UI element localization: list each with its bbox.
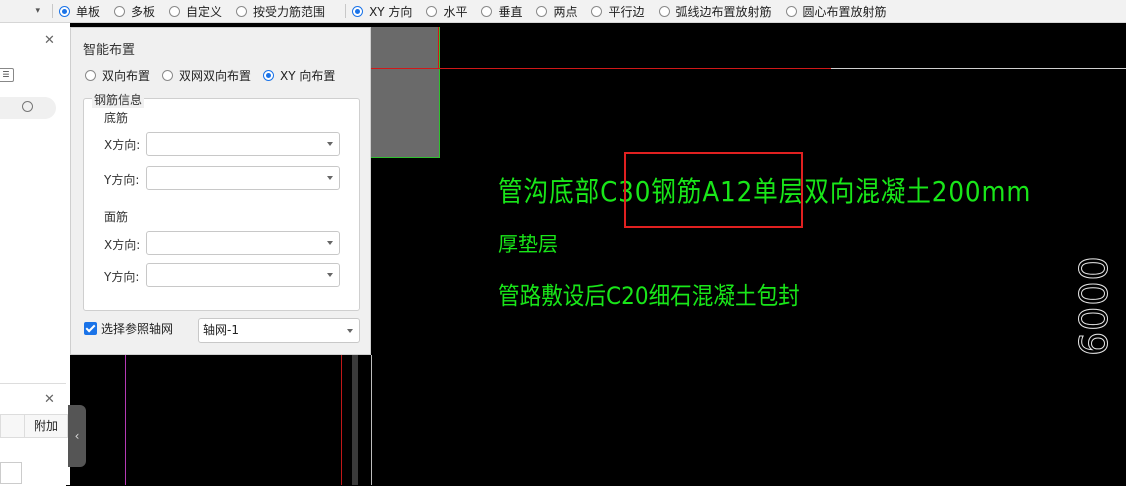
drawing-line-red	[341, 355, 342, 485]
radio-icon[interactable]	[426, 5, 438, 17]
direction-vertical[interactable]: 垂直	[481, 3, 522, 20]
direction-horizontal[interactable]: 水平	[426, 3, 467, 20]
top-x-select[interactable]	[146, 231, 340, 255]
section-bottom-rebar: 底筋	[104, 111, 129, 125]
annotation-highlight-box	[624, 152, 803, 228]
chevron-down-icon	[327, 176, 333, 180]
radio-icon[interactable]	[236, 5, 248, 17]
drawing-line-gray	[352, 355, 358, 485]
chevron-left-icon[interactable]: ‹	[68, 405, 86, 467]
radio-icon[interactable]	[263, 70, 275, 81]
radio-icon[interactable]	[352, 5, 364, 17]
search-input[interactable]	[0, 97, 56, 119]
chevron-down-icon	[327, 241, 333, 245]
drawing-line-red	[371, 68, 831, 69]
radio-icon[interactable]	[481, 5, 493, 17]
section-top-rebar: 面筋	[104, 210, 129, 224]
dimension-label[interactable]: 6000	[1072, 255, 1117, 357]
drawing-gray-region	[371, 27, 440, 158]
radio-icon[interactable]	[591, 5, 603, 17]
ref-grid-checkbox-row[interactable]: 选择参照轴网	[84, 320, 173, 337]
top-x-label: X方向:	[104, 238, 141, 252]
chevron-down-icon[interactable]: ▾	[0, 6, 46, 16]
radio-icon[interactable]	[536, 5, 548, 17]
mode-xy[interactable]: XY 向布置	[263, 67, 335, 84]
radio-icon[interactable]	[162, 70, 174, 81]
toolbar-divider	[345, 4, 347, 18]
radio-icon[interactable]	[658, 5, 670, 17]
option-multi-slab[interactable]: 多板	[114, 3, 155, 20]
column-header-additional: 附加	[24, 414, 68, 438]
drawing-note-line-3[interactable]: 管路敷设后C20细石混凝土包封	[498, 276, 800, 311]
mode-double-net[interactable]: 双网双向布置	[162, 67, 251, 84]
option-single-slab[interactable]: 单板	[59, 3, 100, 20]
radio-icon[interactable]	[114, 5, 126, 17]
bottom-y-label: Y方向:	[104, 173, 140, 187]
dialog-title: 智能布置	[83, 43, 136, 58]
bottom-y-select[interactable]	[146, 166, 340, 190]
chevron-down-icon	[347, 329, 353, 333]
checkbox-icon[interactable]	[84, 322, 97, 335]
radio-icon[interactable]	[85, 70, 96, 81]
top-y-select[interactable]	[146, 263, 340, 287]
table-cell[interactable]	[0, 462, 22, 484]
direction-xy[interactable]: XY 方向	[352, 3, 412, 20]
direction-parallel-edge[interactable]: 平行边	[591, 3, 645, 20]
close-icon[interactable]: ✕	[44, 33, 55, 48]
mode-bidirectional[interactable]: 双向布置	[85, 67, 150, 84]
radio-icon[interactable]	[169, 5, 181, 17]
chevron-down-icon	[327, 142, 333, 146]
group-title: 钢筋信息	[92, 91, 145, 108]
chevron-down-icon	[327, 273, 333, 277]
smart-layout-dialog: 智能布置 双向布置 双网双向布置 XY 向布置 钢筋信息 底筋 X方向: Y方向…	[70, 27, 371, 355]
top-y-label: Y方向:	[104, 270, 140, 284]
search-icon	[22, 101, 33, 112]
left-panel: ✕ ☰ ✕ 附加	[0, 23, 70, 486]
direction-two-points[interactable]: 两点	[536, 3, 577, 20]
ref-grid-select[interactable]: 轴网-1	[198, 318, 360, 343]
table-header-cell	[0, 414, 26, 438]
properties-panel: ✕ 附加	[0, 383, 68, 486]
radio-icon[interactable]	[59, 5, 70, 17]
direction-arc-radial[interactable]: 弧线边布置放射筋	[658, 3, 772, 20]
drawing-line-white	[371, 355, 372, 485]
top-toolbar: ▾ 单板 多板 自定义 按受力筋范围 XY 方向 水平 垂直 两点 平行边 弧线…	[0, 0, 1126, 23]
drawing-line-red	[438, 27, 439, 69]
drawing-line-magenta	[125, 355, 126, 485]
toolbar-divider	[52, 4, 53, 18]
close-icon[interactable]: ✕	[44, 392, 55, 407]
bottom-x-select[interactable]	[146, 132, 340, 156]
drawing-note-line-2[interactable]: 厚垫层	[498, 228, 558, 257]
direction-center-radial[interactable]: 圆心布置放射筋	[785, 3, 887, 20]
radio-icon[interactable]	[785, 5, 797, 17]
rebar-info-group: 钢筋信息 底筋 X方向: Y方向: 面筋 X方向: Y方向:	[83, 91, 360, 311]
drawing-line-white	[831, 68, 1126, 69]
layout-mode-group: 双向布置 双网双向布置 XY 向布置	[85, 67, 347, 84]
bottom-x-label: X方向:	[104, 138, 141, 152]
option-by-rebar-range[interactable]: 按受力筋范围	[236, 3, 325, 20]
list-icon[interactable]: ☰	[0, 68, 14, 82]
ref-grid-label: 选择参照轴网	[101, 322, 174, 336]
option-custom[interactable]: 自定义	[169, 3, 222, 20]
